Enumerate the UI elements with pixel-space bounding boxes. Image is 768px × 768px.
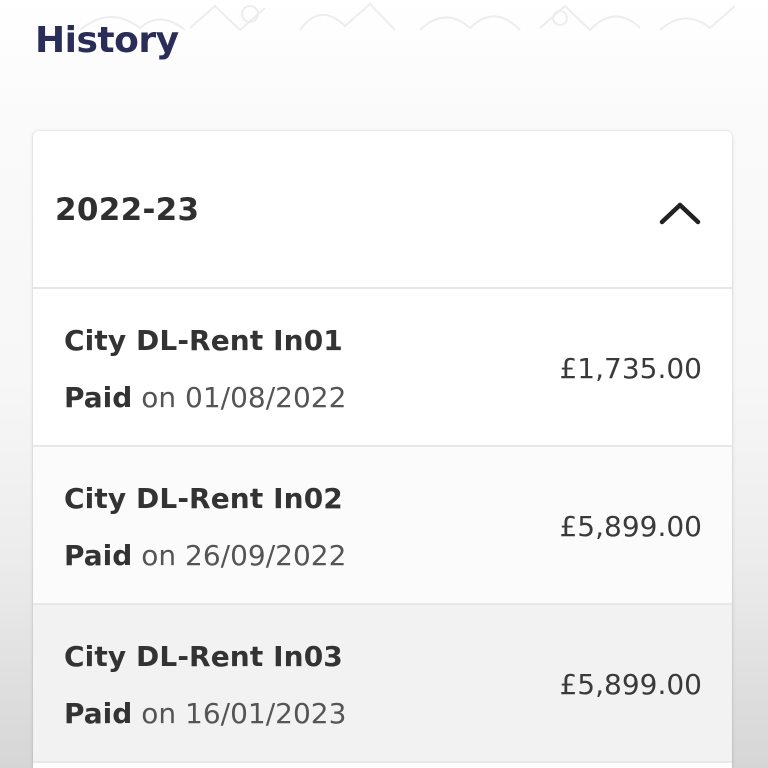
payment-row[interactable]: City DL-Rent In01 Paid on 01/08/2022 £1,…	[33, 289, 732, 447]
page-title: History	[35, 20, 179, 61]
payment-status-line: Paid on 26/09/2022	[64, 539, 346, 572]
payment-status: Paid	[64, 381, 133, 414]
payment-row[interactable]: City DL-Rent In03 Paid on 16/01/2023 £5,…	[33, 605, 732, 763]
payment-row[interactable]: City DL-Rent In02 Paid on 26/09/2022 £5,…	[33, 447, 732, 605]
collapse-toggle-button[interactable]	[650, 191, 710, 235]
payment-name: City DL-Rent In02	[64, 482, 343, 515]
history-card: 2022-23 City DL-Rent In01 Paid on 01/08/…	[33, 131, 732, 768]
payment-status: Paid	[64, 697, 133, 730]
payment-amount: £5,899.00	[559, 668, 702, 701]
chevron-up-icon	[659, 202, 701, 225]
payment-name: City DL-Rent In03	[64, 640, 343, 673]
payment-date-prefix: on	[141, 697, 177, 730]
payment-status-line: Paid on 16/01/2023	[64, 697, 346, 730]
payment-date: 16/01/2023	[185, 697, 347, 730]
payment-name: City DL-Rent In01	[64, 324, 343, 357]
payment-amount: £5,899.00	[559, 510, 702, 543]
payment-date: 01/08/2022	[185, 381, 347, 414]
year-section-header[interactable]: 2022-23	[33, 131, 732, 289]
payment-date-prefix: on	[141, 539, 177, 572]
payment-date-prefix: on	[141, 381, 177, 414]
payment-date: 26/09/2022	[185, 539, 347, 572]
payment-status: Paid	[64, 539, 133, 572]
payment-amount: £1,735.00	[559, 352, 702, 385]
payment-status-line: Paid on 01/08/2022	[64, 381, 346, 414]
year-label: 2022-23	[55, 192, 200, 228]
